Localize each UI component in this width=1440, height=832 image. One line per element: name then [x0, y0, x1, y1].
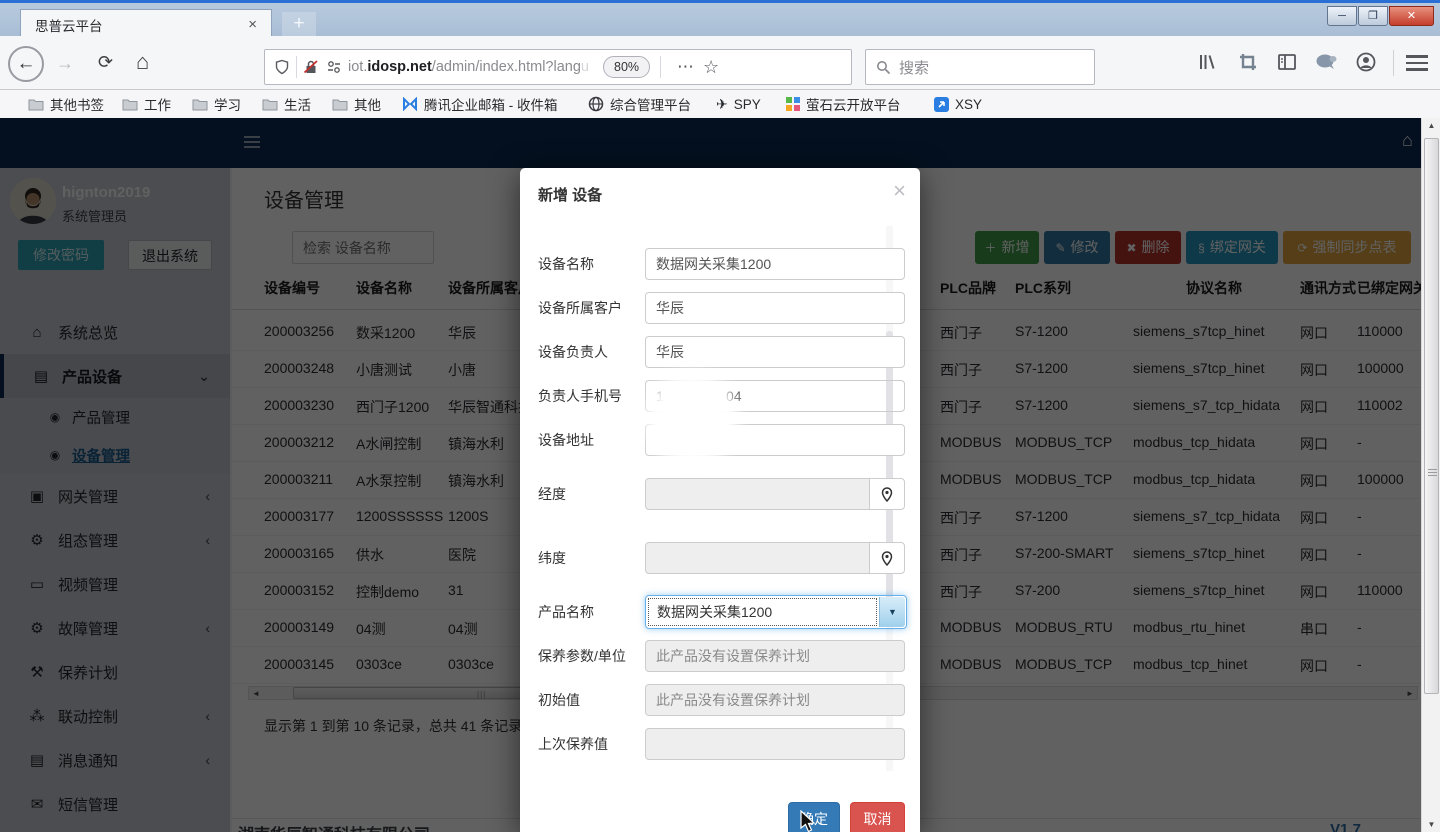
- chevron-down-icon[interactable]: ▼: [879, 597, 905, 627]
- screen: 思普云平台 × + ─ ❐ ✕ ← → ⟳ ⌂ iot.idosp.net/ad…: [0, 0, 1440, 832]
- field-label: 上次保养值: [538, 728, 644, 760]
- browser-search-bar[interactable]: 搜索: [865, 49, 1095, 85]
- home-button[interactable]: ⌂: [136, 49, 149, 75]
- last-maintain-input: [645, 728, 905, 760]
- latitude-input: [645, 542, 870, 574]
- initial-value-input: [645, 684, 905, 716]
- scroll-down-icon[interactable]: ▼: [1424, 820, 1439, 829]
- screenshot-crop-icon[interactable]: [1237, 51, 1261, 75]
- field-label: 产品名称: [538, 596, 644, 628]
- field-label: 设备所属客户: [538, 292, 644, 324]
- field-label: 保养参数/单位: [538, 640, 644, 672]
- field-label: 初始值: [538, 684, 644, 716]
- browser-menu-icon[interactable]: [1406, 55, 1428, 75]
- map-pin-button[interactable]: [869, 478, 905, 510]
- divider: [1393, 50, 1394, 76]
- field-label: 经度: [538, 478, 644, 510]
- longitude-input: [645, 478, 870, 510]
- insecure-lock-icon[interactable]: [303, 59, 319, 75]
- url-text[interactable]: iot.idosp.net/admin/index.html?langu: [348, 59, 589, 75]
- bookmark-item[interactable]: 腾讯企业邮箱 - 收件箱: [402, 94, 558, 114]
- browser-tab[interactable]: 思普云平台 ×: [20, 9, 272, 39]
- account-icon[interactable]: [1355, 51, 1379, 75]
- vertical-scrollbar[interactable]: ▲ ▼: [1421, 118, 1440, 832]
- window-minimize-button[interactable]: ─: [1327, 6, 1357, 26]
- field-label: 设备地址: [538, 424, 644, 456]
- bookmark-folder[interactable]: 生活: [262, 94, 311, 114]
- bookmark-folder[interactable]: 其他书签: [28, 94, 104, 114]
- scrollbar-thumb[interactable]: [1424, 138, 1439, 694]
- library-icon[interactable]: [1196, 51, 1220, 75]
- scroll-up-icon[interactable]: ▲: [1424, 121, 1439, 130]
- device-customer-input[interactable]: [645, 292, 905, 324]
- search-icon: [876, 60, 891, 75]
- chat-bubble-icon[interactable]: [1314, 51, 1338, 75]
- add-device-modal: 新增 设备 × 设备名称 设备所属客户 设备负责人 负责人手机号 1 04 设备…: [520, 168, 920, 832]
- permissions-icon[interactable]: [326, 59, 342, 75]
- browser-navbar: ← → ⟳ ⌂ iot.idosp.net/admin/index.html?l…: [0, 36, 1440, 90]
- field-label: 设备负责人: [538, 336, 644, 368]
- tab-title: 思普云平台: [35, 15, 244, 35]
- device-owner-input[interactable]: [645, 336, 905, 368]
- sidebar-toggle-icon[interactable]: [1276, 51, 1300, 75]
- tracking-shield-icon[interactable]: [274, 59, 290, 75]
- maintain-param-input: [645, 640, 905, 672]
- page-actions-icon[interactable]: ⋯: [677, 57, 695, 77]
- divider: [660, 56, 661, 78]
- bookmark-folder[interactable]: 其他: [332, 94, 381, 114]
- search-placeholder: 搜索: [899, 57, 929, 78]
- product-name-select[interactable]: 数据网关采集1200 ▼: [645, 595, 907, 629]
- back-button[interactable]: ←: [8, 46, 44, 82]
- mouse-cursor: [800, 810, 818, 832]
- device-name-input[interactable]: [645, 248, 905, 280]
- url-bar[interactable]: iot.idosp.net/admin/index.html?langu 80%…: [264, 49, 852, 85]
- field-label: 设备名称: [538, 248, 644, 280]
- bookmark-folder[interactable]: 学习: [192, 94, 241, 114]
- reload-button[interactable]: ⟳: [98, 52, 113, 73]
- tab-close-icon[interactable]: ×: [244, 15, 261, 34]
- forward-button[interactable]: →: [56, 53, 74, 74]
- field-label: 负责人手机号: [538, 380, 644, 412]
- bookmark-star-icon[interactable]: ☆: [703, 57, 719, 78]
- new-tab-button[interactable]: +: [282, 12, 316, 37]
- bookmark-item[interactable]: 萤石云开放平台: [786, 94, 901, 114]
- window-close-button[interactable]: ✕: [1389, 6, 1434, 26]
- modal-close-icon[interactable]: ×: [893, 178, 906, 204]
- modal-title: 新增 设备: [538, 184, 602, 205]
- privacy-blur: [646, 372, 738, 466]
- bookmark-item[interactable]: 综合管理平台: [588, 94, 691, 114]
- field-label: 纬度: [538, 542, 644, 574]
- cancel-button[interactable]: 取消: [850, 802, 905, 832]
- bookmark-item[interactable]: ✈SPY: [716, 94, 761, 114]
- bookmark-folder[interactable]: 工作: [122, 94, 171, 114]
- bookmarks-bar: 其他书签 工作 学习 生活 其他 腾讯企业邮箱 - 收件箱 综合管理平台 ✈SP…: [0, 90, 1440, 118]
- map-pin-button[interactable]: [869, 542, 905, 574]
- browser-titlebar: 思普云平台 × + ─ ❐ ✕: [0, 0, 1440, 36]
- divider: [296, 56, 297, 78]
- zoom-level-badge[interactable]: 80%: [603, 56, 650, 78]
- window-restore-button[interactable]: ❐: [1358, 6, 1388, 26]
- bookmark-item[interactable]: XSY: [934, 94, 982, 114]
